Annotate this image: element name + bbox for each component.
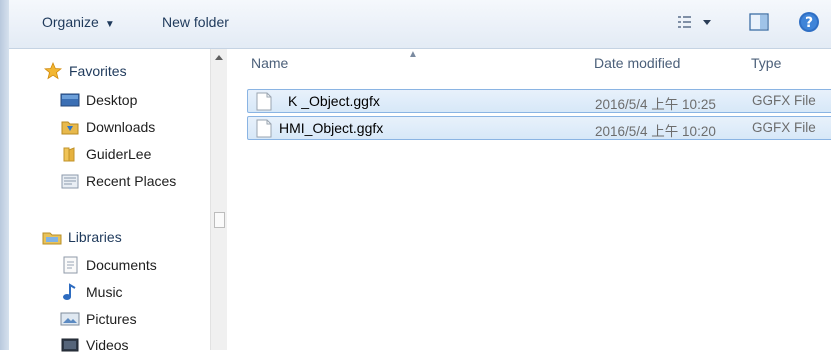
navigation-scrollbar[interactable] [210,49,228,350]
preview-pane-button[interactable] [748,12,770,32]
column-header-type[interactable]: Type [751,55,781,71]
file-type: GGFX File [752,93,816,108]
sort-ascending-icon: ▲ [408,49,418,60]
music-icon [60,283,80,301]
file-name: K _Object.ggfx [288,93,380,109]
column-header-name[interactable]: Name [251,55,288,71]
nav-item-pictures[interactable]: Pictures [60,308,137,330]
change-view-button[interactable] [676,12,716,32]
nav-libraries-label: Libraries [68,229,122,245]
command-toolbar: Organize ▼ New folder ? [9,0,831,49]
organize-label: Organize [42,14,99,30]
window-frame-left [0,0,9,350]
svg-text:?: ? [805,15,813,31]
file-row[interactable]: HMI_Object.ggfx 2016/5/4 上午 10:20 GGFX F… [247,116,831,140]
file-list-pane: ▲ Name Date modified Type K _Object.ggfx… [227,49,831,350]
organize-button[interactable]: Organize ▼ [42,14,115,30]
nav-item-label: GuiderLee [86,146,152,162]
desktop-icon [60,91,80,109]
help-icon: ? [799,12,819,32]
nav-item-label: Downloads [86,119,156,135]
recent-places-icon [60,172,80,190]
nav-item-label: Pictures [86,311,137,327]
documents-icon [60,256,80,274]
chevron-down-icon: ▼ [104,19,115,30]
column-header-row: ▲ Name Date modified Type [227,49,831,79]
nav-item-label: Videos [86,337,129,353]
help-button[interactable]: ? [797,12,821,32]
user-folder-icon [60,145,80,163]
nav-item-label: Recent Places [86,173,177,189]
videos-icon [60,336,80,354]
scroll-up-icon[interactable] [215,55,223,60]
libraries-icon [42,228,62,246]
splitter-grip[interactable] [214,212,225,228]
navigation-pane: Favorites Desktop Downloads GuiderLee Re… [9,49,210,353]
nav-item-downloads[interactable]: Downloads [60,116,155,138]
nav-item-label: Desktop [86,92,138,108]
file-date-modified: 2016/5/4 上午 10:25 [595,97,716,112]
nav-item-label: Documents [86,257,157,273]
file-icon [256,92,272,116]
nav-item-guiderlee[interactable]: GuiderLee [60,143,151,165]
file-row[interactable]: K _Object.ggfx 2016/5/4 上午 10:25 GGFX Fi… [247,89,831,113]
nav-item-videos[interactable]: Videos [60,334,129,356]
file-date-modified: 2016/5/4 上午 10:20 [595,124,716,139]
star-icon [43,62,63,80]
pictures-icon [60,310,80,328]
nav-item-recent-places[interactable]: Recent Places [60,170,176,192]
nav-favorites-label: Favorites [69,63,127,79]
nav-item-documents[interactable]: Documents [60,254,157,276]
details-view-icon [678,16,711,28]
column-header-date-modified[interactable]: Date modified [594,55,680,71]
nav-item-desktop[interactable]: Desktop [60,89,137,111]
nav-libraries[interactable]: Libraries [42,226,122,248]
nav-item-music[interactable]: Music [60,281,123,303]
nav-item-label: Music [86,284,123,300]
downloads-folder-icon [60,118,80,136]
nav-favorites[interactable]: Favorites [43,60,127,82]
new-folder-button[interactable]: New folder [162,14,229,30]
preview-pane-icon [749,13,769,31]
file-type: GGFX File [752,120,816,135]
file-icon [256,119,272,143]
file-name: HMI_Object.ggfx [279,120,384,136]
